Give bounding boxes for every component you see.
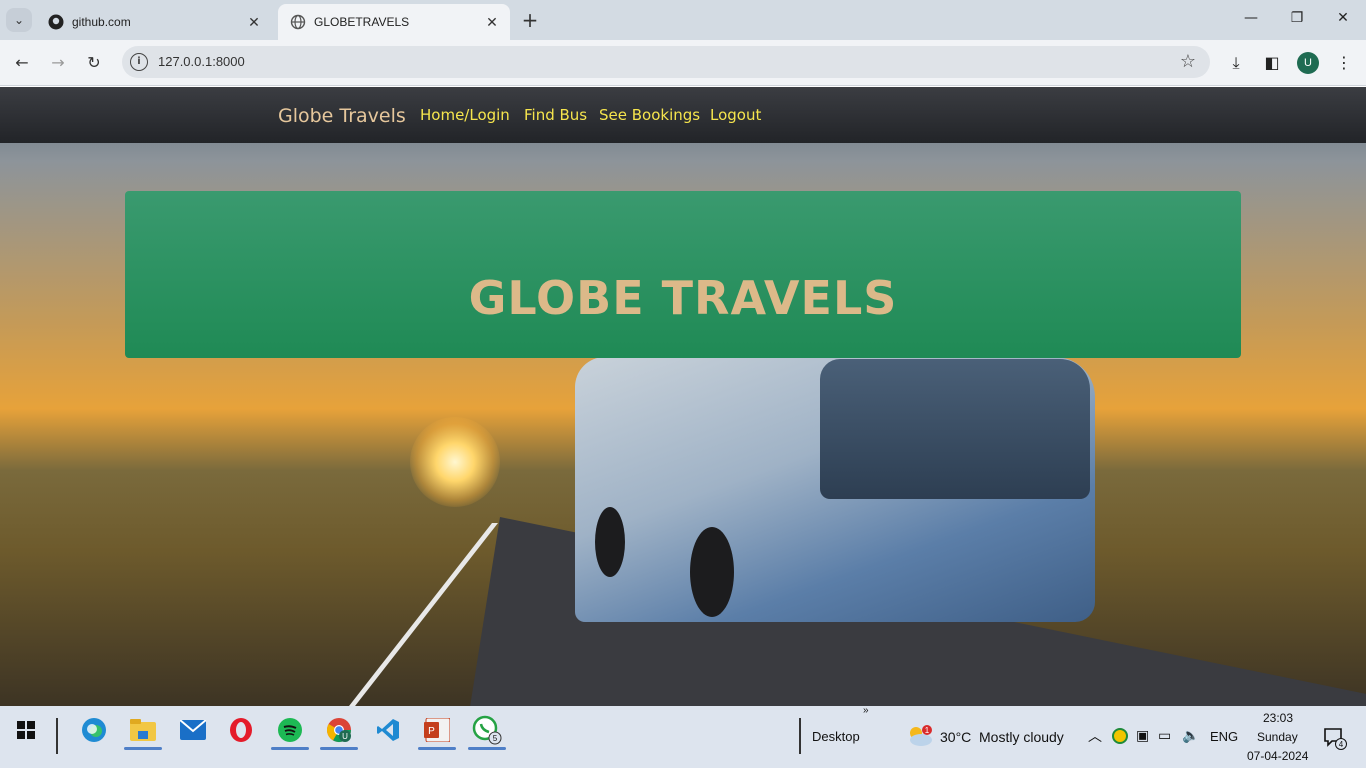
- tab-label: github.com: [72, 15, 131, 29]
- bus-windshield-image: [820, 359, 1090, 499]
- weather-desc: Mostly cloudy: [979, 729, 1064, 745]
- forward-icon[interactable]: →: [47, 52, 69, 74]
- nav-see-bookings[interactable]: See Bookings: [599, 106, 700, 124]
- weather-alert-badge: 1: [925, 726, 930, 735]
- whatsapp-badge: 5: [493, 734, 498, 743]
- nav-home-login[interactable]: Home/Login: [420, 106, 510, 124]
- chrome-profile-badge: U: [342, 732, 348, 741]
- new-tab-button[interactable]: +: [518, 8, 542, 32]
- restore-icon[interactable]: ❐: [1287, 10, 1307, 26]
- chevron-up-icon[interactable]: ︿: [1088, 726, 1102, 746]
- opera-icon[interactable]: [223, 712, 259, 748]
- vscode-icon[interactable]: [370, 712, 406, 748]
- back-icon[interactable]: ←: [11, 52, 33, 74]
- battery-icon[interactable]: ▭: [1158, 727, 1171, 744]
- github-icon: [48, 14, 64, 30]
- tab-strip: ⌄ github.com ✕ GLOBETRAVELS ✕ + — ❐ ✕: [0, 0, 1366, 40]
- chevron-down-icon: ⌄: [13, 13, 25, 27]
- weather-temp: 30°C: [940, 729, 972, 745]
- desktop-toolbar-label[interactable]: Desktop: [812, 729, 860, 744]
- powerpoint-icon[interactable]: P: [419, 712, 455, 748]
- browser-toolbar: ← → ↻ i 127.0.0.1:8000 ☆ ⤓ ◧ U ⋮: [0, 40, 1366, 86]
- hero-background-image: [0, 87, 1366, 706]
- sun-image: [410, 417, 500, 507]
- menu-kebab-icon[interactable]: ⋮: [1333, 52, 1355, 74]
- notification-icon[interactable]: 4: [1324, 728, 1348, 754]
- site-navbar: Globe Travels Home/Login Find Bus See Bo…: [0, 87, 1366, 143]
- language-indicator[interactable]: ENG: [1210, 729, 1238, 744]
- taskbar-divider: [56, 718, 58, 754]
- chrome-icon[interactable]: U: [321, 712, 357, 748]
- close-icon[interactable]: ✕: [246, 14, 262, 30]
- download-icon[interactable]: ⤓: [1225, 52, 1247, 74]
- taskbar-divider: [799, 718, 801, 754]
- banner-title: GLOBE TRAVELS: [468, 271, 898, 325]
- clock-date[interactable]: 07-04-2024: [1247, 749, 1308, 763]
- url-text: 127.0.0.1:8000: [158, 54, 245, 69]
- weather-icon[interactable]: 1: [906, 724, 934, 752]
- active-app-indicator: [271, 747, 309, 750]
- reload-icon[interactable]: ↻: [83, 52, 105, 74]
- tab-globetravels[interactable]: GLOBETRAVELS ✕: [278, 4, 510, 40]
- mail-icon[interactable]: [175, 712, 211, 748]
- site-brand[interactable]: Globe Travels: [278, 105, 406, 127]
- windows-taskbar: U P 5 Desktop » 1 30°C Mostly cloudy ︿ ▣…: [0, 705, 1366, 768]
- side-panel-icon[interactable]: ◧: [1261, 52, 1283, 74]
- double-chevron-icon[interactable]: »: [863, 705, 869, 716]
- volume-icon[interactable]: 🔈: [1182, 727, 1199, 744]
- edge-icon[interactable]: [76, 712, 112, 748]
- notification-count: 4: [1339, 740, 1344, 749]
- active-app-indicator: [124, 747, 162, 750]
- profile-avatar[interactable]: U: [1297, 52, 1319, 74]
- address-bar[interactable]: i 127.0.0.1:8000 ☆: [122, 46, 1210, 78]
- tab-search-button[interactable]: ⌄: [6, 8, 32, 32]
- tab-label: GLOBETRAVELS: [314, 15, 410, 29]
- minimize-icon[interactable]: —: [1241, 10, 1261, 26]
- bus-wheel-image: [595, 507, 625, 577]
- clock-day[interactable]: Sunday: [1257, 730, 1298, 744]
- windows-start-icon[interactable]: [8, 712, 44, 748]
- tab-github[interactable]: github.com ✕: [36, 4, 272, 40]
- nav-find-bus[interactable]: Find Bus: [524, 106, 587, 124]
- active-app-indicator: [320, 747, 358, 750]
- clock-time[interactable]: 23:03: [1263, 711, 1293, 725]
- nav-logout[interactable]: Logout: [710, 106, 761, 124]
- bookmark-star-icon[interactable]: ☆: [1180, 51, 1196, 72]
- globe-icon: [290, 14, 306, 30]
- spotify-icon[interactable]: [272, 712, 308, 748]
- site-info-icon[interactable]: i: [130, 53, 148, 71]
- active-app-indicator: [418, 747, 456, 750]
- bus-wheel-image: [690, 527, 734, 617]
- active-app-indicator: [468, 747, 506, 750]
- whatsapp-icon[interactable]: 5: [469, 712, 505, 748]
- tray-app-icon[interactable]: [1112, 728, 1128, 744]
- svg-text:P: P: [428, 726, 435, 737]
- camera-icon[interactable]: ▣: [1136, 727, 1149, 744]
- file-explorer-icon[interactable]: [125, 712, 161, 748]
- close-icon[interactable]: ✕: [484, 14, 500, 30]
- close-window-icon[interactable]: ✕: [1333, 10, 1353, 26]
- web-page: Globe Travels Home/Login Find Bus See Bo…: [0, 87, 1366, 706]
- hero-banner: GLOBE TRAVELS: [125, 191, 1241, 358]
